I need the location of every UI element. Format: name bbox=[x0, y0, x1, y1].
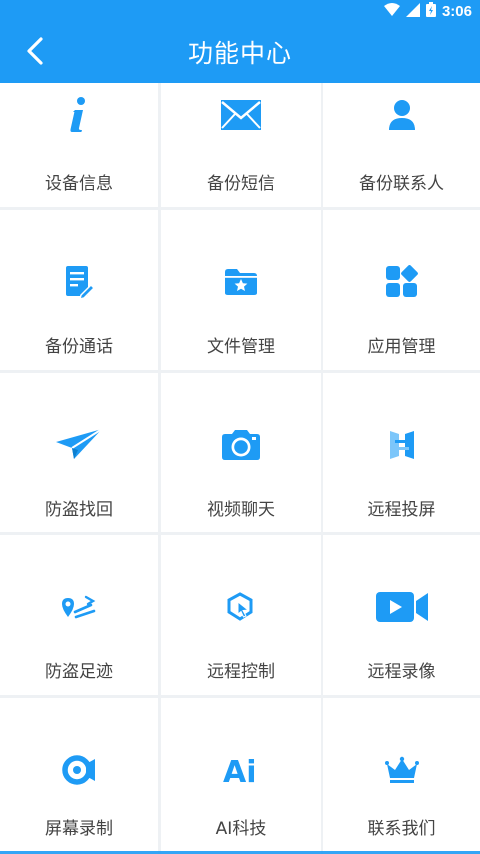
feature-screen-cast[interactable]: 远程投屏 bbox=[323, 373, 480, 532]
clock: 3:06 bbox=[441, 3, 472, 20]
feature-crown[interactable]: 联系我们 bbox=[323, 698, 480, 854]
feature-info[interactable]: 设备信息 bbox=[0, 83, 158, 207]
feature-camera[interactable]: 视频聊天 bbox=[161, 373, 321, 532]
crown-icon bbox=[384, 750, 419, 790]
feature-label: 设备信息 bbox=[45, 174, 113, 194]
feature-grid: 设备信息 备份短信 备份联系人备份通话 文件管理 应用管理防盗找回 视频聊天 远程投屏防盗足… bbox=[0, 83, 480, 854]
feature-label: 备份联系人 bbox=[359, 174, 444, 194]
feature-label: 应用管理 bbox=[367, 337, 436, 357]
feature-label: 远程录像 bbox=[367, 662, 436, 682]
folder-star-icon bbox=[224, 262, 258, 302]
video-camera-icon bbox=[375, 587, 429, 627]
feature-person[interactable]: 备份联系人 bbox=[323, 83, 480, 207]
screen-cast-icon bbox=[389, 425, 415, 465]
ai-icon: Ai bbox=[223, 750, 259, 790]
feature-label: 屏幕录制 bbox=[45, 819, 113, 839]
remote-pointer-icon bbox=[227, 587, 255, 627]
feature-label: 远程控制 bbox=[207, 662, 275, 682]
feature-label: 联系我们 bbox=[367, 819, 436, 839]
screen-record-icon bbox=[62, 750, 96, 790]
feature-label: AI科技 bbox=[215, 819, 267, 839]
envelope-icon bbox=[220, 95, 262, 135]
feature-label: 备份短信 bbox=[207, 174, 275, 194]
wifi-icon bbox=[383, 2, 400, 21]
feature-remote-pointer[interactable]: 远程控制 bbox=[161, 535, 321, 695]
feature-document-edit[interactable]: 备份通话 bbox=[0, 210, 158, 370]
apps-grid-icon bbox=[385, 262, 419, 302]
feature-label: 防盗足迹 bbox=[45, 662, 113, 682]
feature-location-route[interactable]: 防盗足迹 bbox=[0, 535, 158, 695]
person-icon bbox=[387, 95, 417, 135]
feature-label: 视频聊天 bbox=[207, 500, 275, 520]
page-title: 功能中心 bbox=[187, 39, 292, 68]
feature-video-camera[interactable]: 远程录像 bbox=[323, 535, 480, 695]
status-icons: 3:06 bbox=[383, 2, 472, 21]
feature-paper-plane[interactable]: 防盗找回 bbox=[0, 373, 158, 532]
feature-folder-star[interactable]: 文件管理 bbox=[161, 210, 321, 370]
feature-apps-grid[interactable]: 应用管理 bbox=[323, 210, 480, 370]
feature-ai[interactable]: Ai AI科技 bbox=[161, 698, 321, 854]
battery-icon bbox=[425, 2, 436, 21]
feature-label: 防盗找回 bbox=[45, 500, 113, 520]
camera-icon bbox=[221, 425, 261, 465]
signal-icon bbox=[405, 2, 420, 21]
feature-envelope[interactable]: 备份短信 bbox=[161, 83, 321, 207]
info-icon bbox=[69, 95, 89, 135]
location-route-icon bbox=[62, 587, 96, 627]
status-bar: 3:06 bbox=[0, 0, 480, 22]
app-header: 3:06 功能中心 bbox=[0, 0, 480, 83]
svg-text:Ai: Ai bbox=[223, 755, 257, 785]
feature-label: 备份通话 bbox=[45, 337, 113, 357]
feature-label: 文件管理 bbox=[207, 337, 275, 357]
feature-label: 远程投屏 bbox=[367, 500, 436, 520]
document-edit-icon bbox=[64, 262, 94, 302]
paper-plane-icon bbox=[55, 425, 103, 465]
feature-screen-record[interactable]: 屏幕录制 bbox=[0, 698, 158, 854]
